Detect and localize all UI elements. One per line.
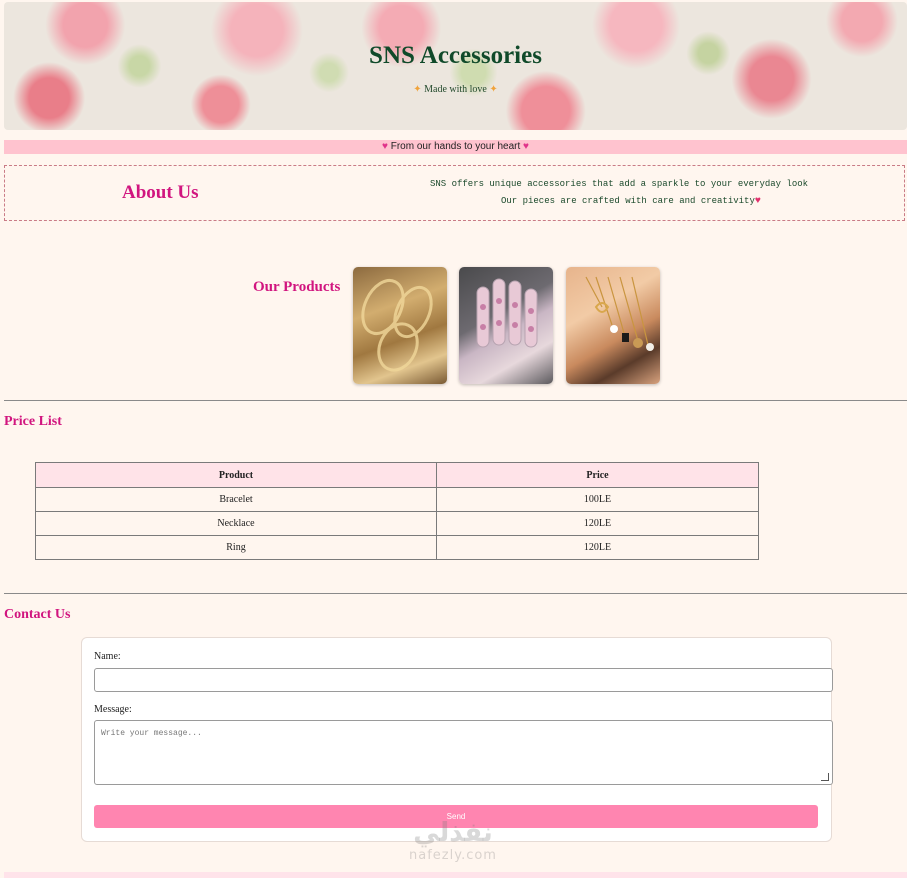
divider — [4, 593, 907, 594]
price-list-title: Price List — [4, 414, 62, 429]
resize-handle-icon[interactable] — [821, 773, 829, 781]
message-textarea[interactable]: Write your message... — [94, 720, 833, 785]
sparkle-icon: ✦ — [489, 84, 498, 95]
name-label: Name: — [94, 651, 121, 662]
contact-title: Contact Us — [4, 607, 71, 622]
sparkle-icon: ✦ — [413, 84, 422, 95]
about-title: About Us — [122, 182, 199, 203]
watermark-url: nafezly.com — [409, 848, 497, 863]
price-table: Product Price Bracelet 100LE Necklace 12… — [35, 462, 759, 560]
pink-heart-icon: ♥ — [382, 141, 388, 152]
price-cell: 120LE — [436, 535, 759, 560]
price-cell: 100LE — [436, 487, 759, 512]
bracelets-image — [353, 267, 447, 384]
table-header-row: Product Price — [35, 462, 759, 488]
necklaces-image — [566, 267, 660, 384]
about-text-line1: SNS offers unique accessories that add a… — [430, 179, 809, 189]
site-title: SNS Accessories — [369, 42, 542, 69]
pink-heart-icon: ♥ — [523, 141, 529, 152]
column-header: Price — [436, 462, 759, 488]
table-row: Ring 120LE — [35, 535, 759, 560]
site-subtitle: ✦ Made with love ✦ — [4, 84, 907, 95]
name-input[interactable] — [94, 668, 833, 692]
about-section: About Us SNS offers unique accessories t… — [4, 165, 905, 221]
header-banner: SNS Accessories ✦ Made with love ✦ — [4, 2, 907, 130]
message-placeholder: Write your message... — [101, 729, 202, 738]
contact-form: Name: Message: Write your message... Sen… — [81, 637, 833, 842]
table-row: Bracelet 100LE — [35, 487, 759, 512]
tagline-bar: ♥ From our hands to your heart ♥ — [4, 140, 907, 154]
heart-eyes-icon: ♥ — [754, 196, 761, 207]
about-text-line2-text: Our pieces are crafted with care and cre… — [501, 196, 755, 206]
product-cell: Necklace — [35, 511, 437, 536]
about-text-line2: Our pieces are crafted with care and cre… — [501, 196, 761, 207]
tagline-text: From our hands to your heart — [390, 141, 521, 152]
column-header: Product — [35, 462, 437, 488]
message-label: Message: — [94, 704, 132, 715]
divider — [4, 400, 907, 401]
product-cell: Bracelet — [35, 487, 437, 512]
rings-image — [459, 267, 553, 384]
product-cell: Ring — [35, 535, 437, 560]
site-subtitle-text: Made with love — [424, 84, 487, 95]
products-title: Our Products — [253, 279, 341, 295]
watermark-arabic: نفذلي — [413, 818, 493, 848]
table-row: Necklace 120LE — [35, 511, 759, 536]
footer-band — [4, 872, 907, 878]
watermark: نفذلي nafezly.com — [398, 818, 508, 863]
price-cell: 120LE — [436, 511, 759, 536]
